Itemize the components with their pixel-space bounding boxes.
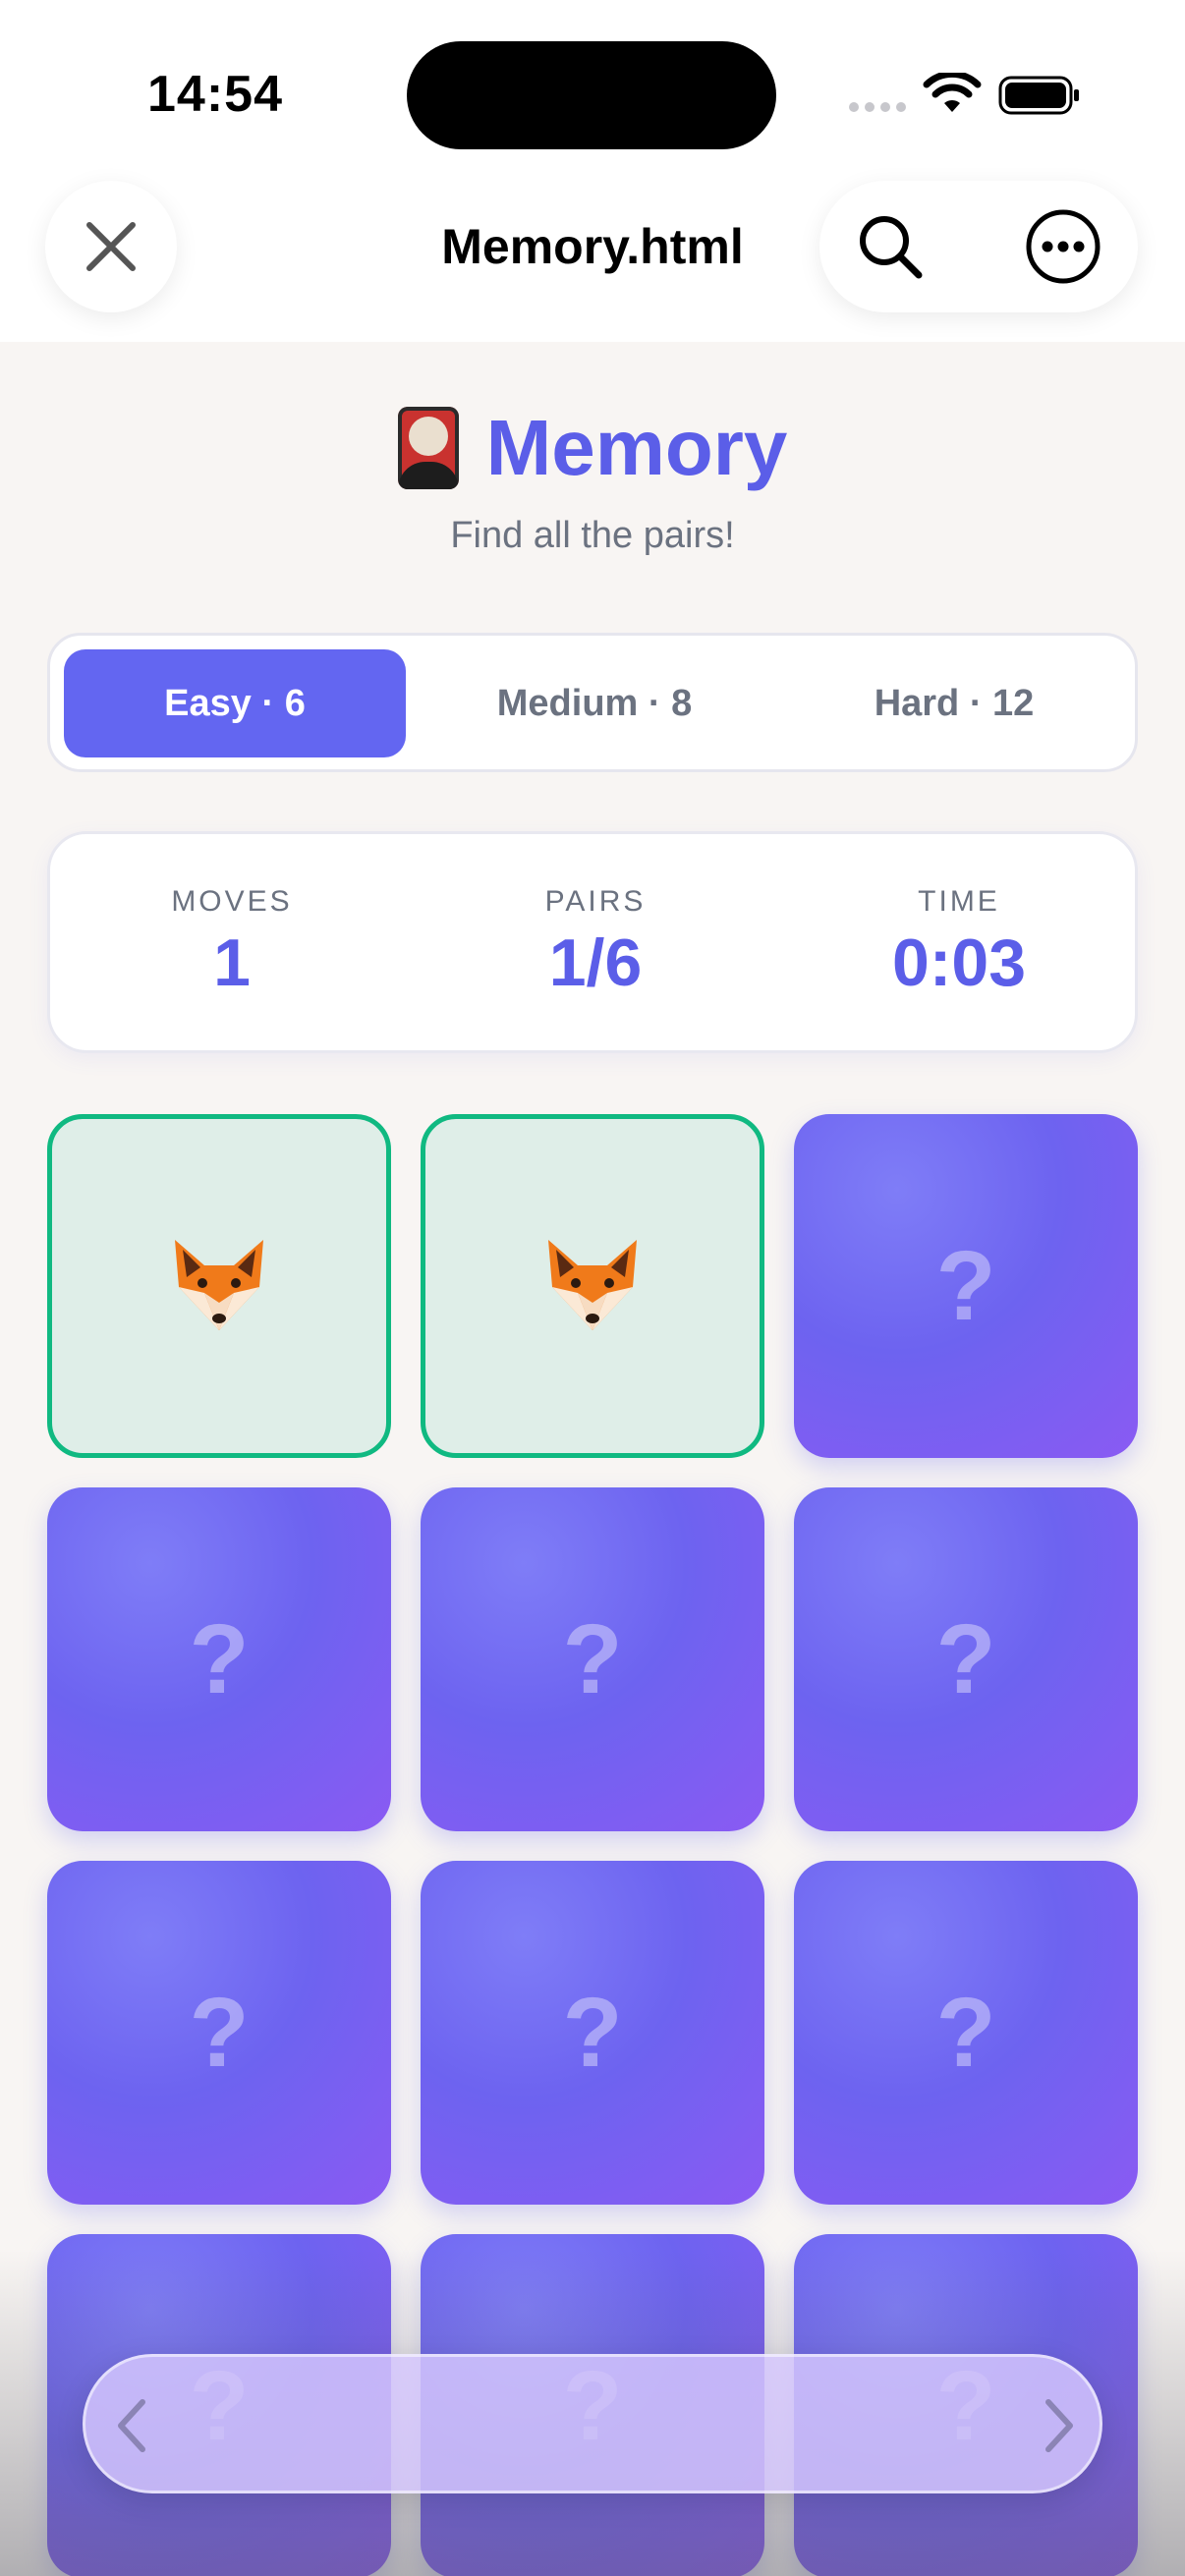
memory-card-hidden[interactable]: ?	[794, 1114, 1138, 1458]
hidden-card-symbol: ?	[562, 1603, 623, 1714]
stat-label: PAIRS	[544, 885, 647, 918]
browser-actions	[819, 181, 1138, 312]
difficulty-medium-button[interactable]: Medium · 8	[423, 649, 765, 757]
forward-button[interactable]	[1031, 2394, 1090, 2457]
hidden-card-symbol: ?	[562, 1977, 623, 2088]
stats-panel: MOVES 1 PAIRS 1/6 TIME 0:03	[47, 831, 1138, 1053]
stat-pairs: PAIRS 1/6	[414, 834, 777, 1056]
memory-card-matched[interactable]	[47, 1114, 391, 1458]
flower-playing-card-icon	[397, 407, 459, 489]
difficulty-easy-button[interactable]: Easy · 6	[64, 649, 406, 757]
memory-card-hidden[interactable]: ?	[421, 1861, 764, 2205]
hidden-card-symbol: ?	[189, 1977, 250, 2088]
stat-value: 0:03	[891, 925, 1027, 1000]
game-title: Memory	[485, 404, 788, 491]
search-icon	[860, 216, 923, 279]
chevron-right-icon	[1045, 2399, 1073, 2452]
game-header: Memory	[0, 403, 1185, 493]
cellular-signal-icon	[849, 102, 906, 112]
memory-card-hidden[interactable]: ?	[421, 1487, 764, 1831]
top-chrome: 14:54 Memory.html	[0, 0, 1185, 342]
stat-value: 1/6	[548, 925, 643, 1000]
battery-icon	[998, 76, 1079, 115]
back-button[interactable]	[101, 2394, 160, 2457]
stat-time: TIME 0:03	[777, 834, 1141, 1056]
more-button[interactable]	[1024, 207, 1102, 286]
search-button[interactable]	[851, 207, 930, 286]
more-icon	[1026, 209, 1100, 284]
hidden-card-symbol: ?	[935, 1977, 996, 2088]
hidden-card-symbol: ?	[189, 1603, 250, 1714]
fox-icon	[548, 1240, 637, 1330]
chevron-left-icon	[118, 2399, 145, 2452]
page: 14:54 Memory.html Memory Find all the pa…	[0, 0, 1185, 2576]
difficulty-selector: Easy · 6 Medium · 8 Hard · 12	[47, 633, 1138, 772]
stat-value: 1	[213, 925, 251, 1000]
game-subtitle: Find all the pairs!	[450, 515, 735, 556]
memory-card-hidden[interactable]: ?	[794, 1861, 1138, 2205]
stat-label: TIME	[918, 885, 1000, 918]
memory-card-hidden[interactable]: ?	[794, 1487, 1138, 1831]
browser-toolbar	[83, 2354, 1102, 2493]
stat-label: MOVES	[171, 885, 293, 918]
hidden-card-symbol: ?	[935, 1603, 996, 1714]
stat-moves: MOVES 1	[50, 834, 414, 1056]
dynamic-island	[407, 41, 776, 149]
memory-card-matched[interactable]	[421, 1114, 764, 1458]
memory-card-hidden[interactable]: ?	[47, 1487, 391, 1831]
wifi-icon	[923, 73, 982, 112]
difficulty-hard-button[interactable]: Hard · 12	[783, 649, 1125, 757]
fox-icon	[175, 1240, 263, 1330]
memory-card-hidden[interactable]: ?	[47, 1861, 391, 2205]
status-time: 14:54	[147, 66, 283, 123]
hidden-card-symbol: ?	[935, 1230, 996, 1341]
